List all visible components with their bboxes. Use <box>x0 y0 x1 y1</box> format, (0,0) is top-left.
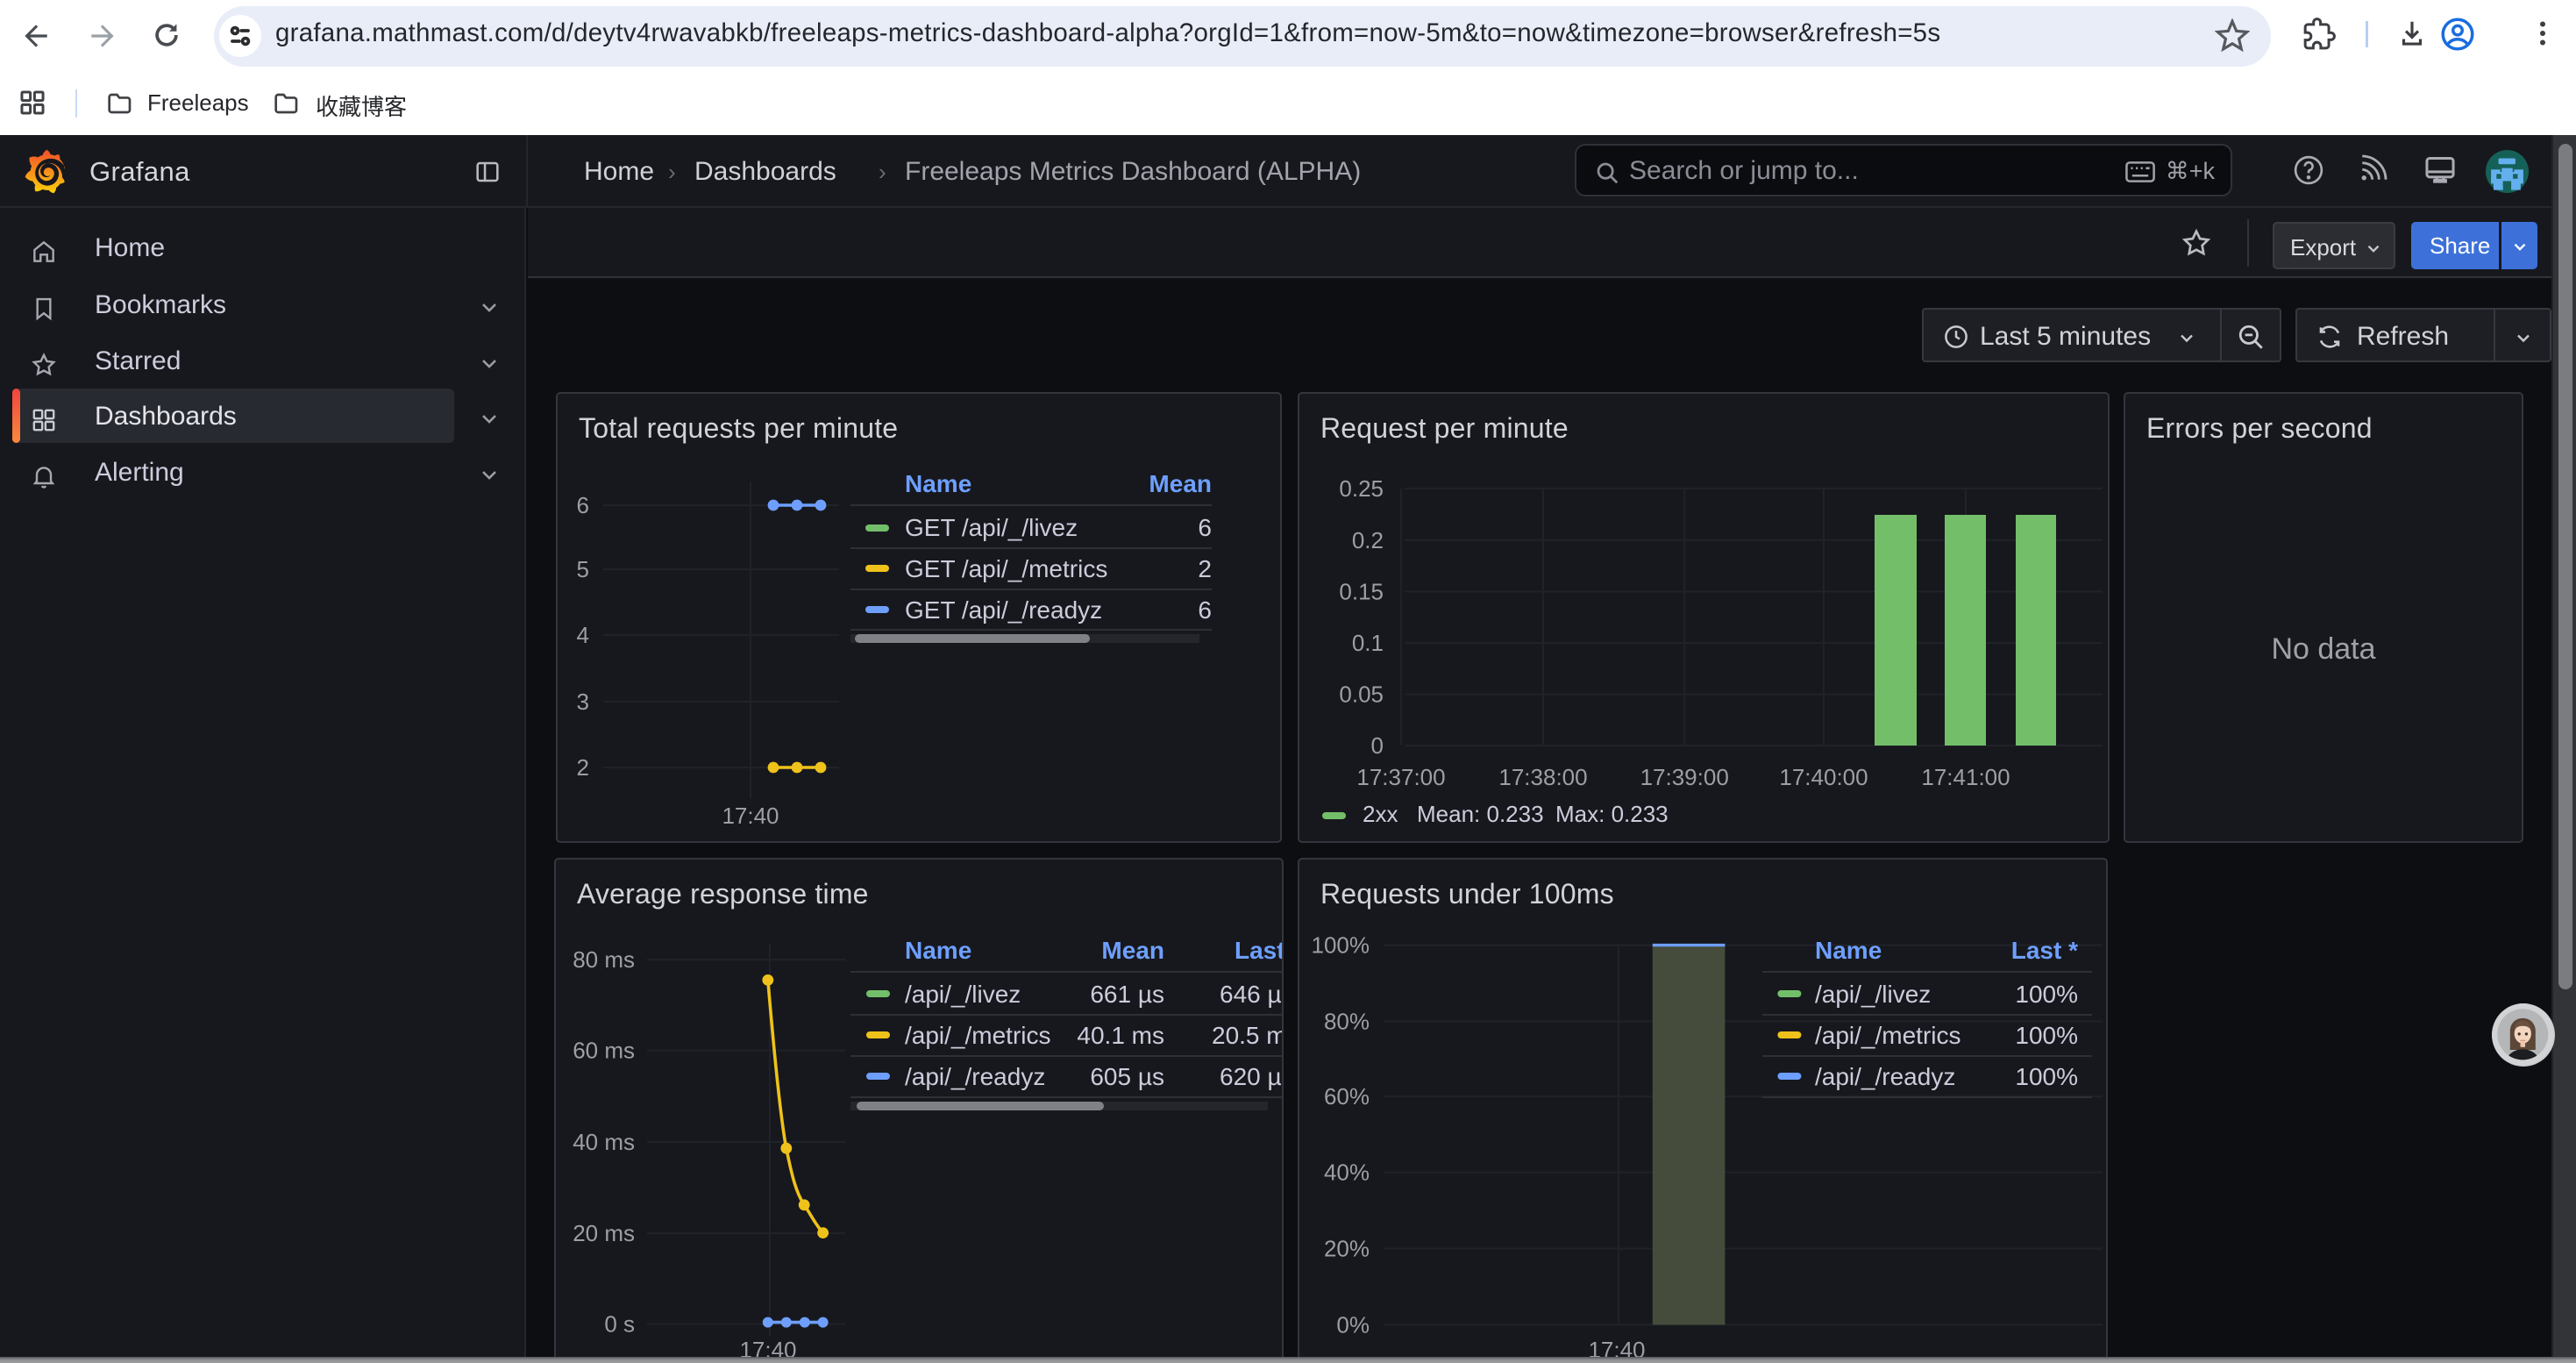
svg-text:6: 6 <box>1198 514 1212 541</box>
svg-text:17:40:00: 17:40:00 <box>1779 764 1868 790</box>
svg-text:17:39:00: 17:39:00 <box>1640 764 1729 790</box>
svg-text:60 ms: 60 ms <box>573 1038 635 1064</box>
svg-text:620 µs: 620 µs <box>1220 1063 1282 1090</box>
svg-text:2: 2 <box>1198 555 1212 582</box>
svg-text:0%: 0% <box>1336 1311 1370 1338</box>
svg-text:3: 3 <box>577 689 589 715</box>
svg-text:6: 6 <box>577 492 589 518</box>
svg-text:80%: 80% <box>1324 1008 1370 1034</box>
svg-text:0 s: 0 s <box>604 1311 635 1338</box>
svg-text:0: 0 <box>1371 732 1384 759</box>
svg-text:Last *: Last * <box>2011 937 2078 964</box>
svg-text:2xx: 2xx <box>1363 801 1398 827</box>
svg-text:4: 4 <box>577 622 589 648</box>
svg-text:Name: Name <box>905 937 971 964</box>
svg-text:5: 5 <box>577 556 589 582</box>
svg-text:0.05: 0.05 <box>1339 682 1384 708</box>
svg-text:60%: 60% <box>1324 1083 1370 1110</box>
svg-text:Mean: Mean <box>1149 470 1212 497</box>
svg-text:17:41:00: 17:41:00 <box>1921 764 2010 790</box>
svg-text:100%: 100% <box>2015 1022 2078 1049</box>
svg-text:0.25: 0.25 <box>1339 475 1384 502</box>
svg-text:100%: 100% <box>2015 1063 2078 1090</box>
svg-text:40%: 40% <box>1324 1160 1370 1186</box>
svg-text:/api/_/readyz: /api/_/readyz <box>905 1063 1045 1090</box>
svg-text:/api/_/livez: /api/_/livez <box>905 981 1021 1008</box>
svg-text:2: 2 <box>577 754 589 781</box>
svg-text:17:37:00: 17:37:00 <box>1356 764 1445 790</box>
svg-text:Mean: Mean <box>1101 937 1164 964</box>
svg-text:Last *: Last * <box>1235 937 1282 964</box>
svg-text:GET /api/_/livez: GET /api/_/livez <box>905 514 1078 541</box>
svg-text:646 µs: 646 µs <box>1220 981 1282 1008</box>
svg-text:6: 6 <box>1198 596 1212 624</box>
svg-text:17:40: 17:40 <box>722 803 779 829</box>
svg-text:0.15: 0.15 <box>1339 578 1384 604</box>
svg-text:100%: 100% <box>2015 981 2078 1008</box>
svg-text:17:38:00: 17:38:00 <box>1498 764 1587 790</box>
svg-text:40 ms: 40 ms <box>573 1129 635 1155</box>
svg-text:/api/_/readyz: /api/_/readyz <box>1815 1063 1955 1090</box>
svg-text:/api/_/livez: /api/_/livez <box>1815 981 1931 1008</box>
svg-text:Name: Name <box>1815 937 1882 964</box>
svg-text:Max: 0.233: Max: 0.233 <box>1555 801 1669 827</box>
svg-text:GET /api/_/readyz: GET /api/_/readyz <box>905 596 1102 624</box>
svg-text:20.5 ms: 20.5 ms <box>1212 1022 1282 1049</box>
svg-text:0.2: 0.2 <box>1352 527 1384 553</box>
svg-text:0.1: 0.1 <box>1352 630 1384 656</box>
svg-text:GET /api/_/metrics: GET /api/_/metrics <box>905 555 1107 582</box>
svg-text:40.1 ms: 40.1 ms <box>1077 1022 1164 1049</box>
svg-text:661 µs: 661 µs <box>1090 981 1164 1008</box>
svg-text:Mean: 0.233: Mean: 0.233 <box>1417 801 1544 827</box>
svg-text:Name: Name <box>905 470 971 497</box>
svg-text:/api/_/metrics: /api/_/metrics <box>1815 1022 1961 1049</box>
svg-text:605 µs: 605 µs <box>1090 1063 1164 1090</box>
svg-text:80 ms: 80 ms <box>573 946 635 973</box>
svg-text:/api/_/metrics: /api/_/metrics <box>905 1022 1051 1049</box>
svg-text:20 ms: 20 ms <box>573 1220 635 1246</box>
svg-text:20%: 20% <box>1324 1236 1370 1262</box>
svg-text:100%: 100% <box>1312 932 1370 959</box>
